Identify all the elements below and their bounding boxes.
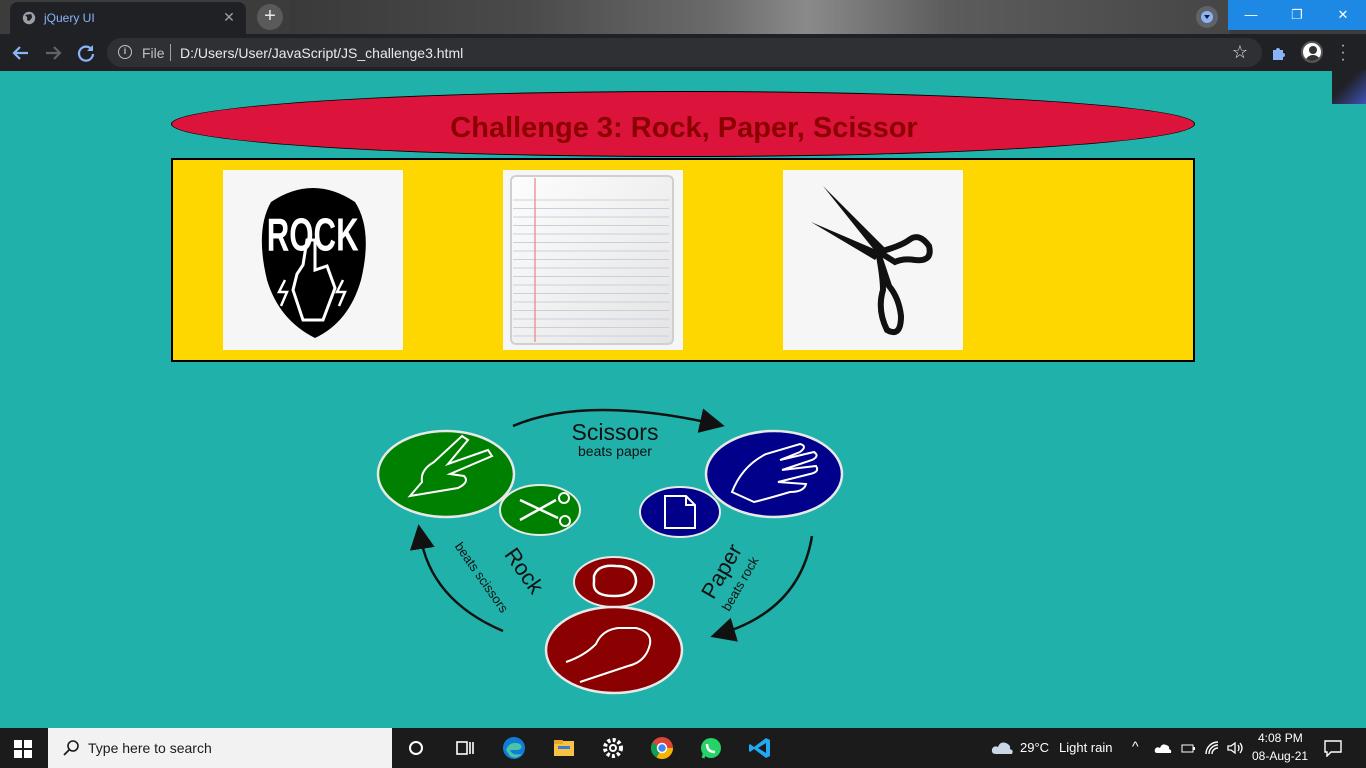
profile-avatar[interactable] [1301, 41, 1323, 63]
info-icon[interactable]: i [118, 45, 132, 59]
paper-symbol-circle [639, 486, 721, 538]
tab-title: jQuery UI [44, 11, 95, 25]
weather-description[interactable]: Light rain [1059, 740, 1112, 768]
vscode-icon[interactable] [744, 732, 776, 764]
taskbar-search-box[interactable]: Type here to search [48, 728, 392, 768]
divider [170, 44, 171, 61]
scissors-symbol-circle [499, 484, 581, 536]
choices-container: ROCK [171, 158, 1195, 362]
rock-hand-icon: ROCK [261, 188, 366, 338]
tab-search-button[interactable] [1196, 6, 1218, 28]
windows-start-icon[interactable] [14, 740, 32, 758]
browser-toolbar: i File D:/Users/User/JavaScript/JS_chall… [0, 34, 1366, 104]
scissors-icon [811, 186, 933, 336]
search-icon [63, 740, 79, 756]
file-explorer-icon[interactable] [548, 732, 580, 764]
settings-icon[interactable] [597, 732, 629, 764]
back-button[interactable] [9, 41, 33, 65]
lined-paper-icon [510, 175, 674, 345]
forward-button[interactable] [41, 41, 65, 65]
rock-choice-image[interactable]: ROCK [223, 170, 403, 350]
battery-icon[interactable] [1180, 740, 1196, 756]
title-banner: Challenge 3: Rock, Paper, Scissor [171, 91, 1195, 157]
arrow-left-icon [12, 46, 28, 60]
edge-icon[interactable] [498, 732, 530, 764]
maximize-button[interactable]: ❐ [1274, 0, 1320, 30]
paper-hand-circle [704, 429, 844, 519]
onedrive-icon[interactable] [1154, 742, 1172, 754]
scissors-choice-image[interactable] [783, 170, 963, 350]
chrome-icon[interactable] [646, 732, 678, 764]
rock-hand-circle [544, 605, 684, 695]
cortana-icon[interactable] [400, 732, 432, 764]
reload-icon [77, 45, 95, 62]
scissors-rule-subtitle: beats paper [578, 443, 652, 459]
tab-jquery-ui[interactable]: jQuery UI ✕ [10, 2, 246, 34]
theme-background [290, 0, 1230, 34]
search-placeholder: Type here to search [88, 740, 212, 756]
rock-rule-subtitle: beats scissors [452, 539, 512, 615]
chevron-down-icon [1201, 11, 1213, 23]
minimize-button[interactable]: — [1228, 0, 1274, 30]
close-window-button[interactable]: ✕ [1320, 0, 1366, 30]
url-scheme-label: File [142, 45, 165, 61]
scissors-hand-circle [376, 429, 516, 519]
weather-cloud-icon [991, 742, 1013, 754]
scissors-rule-title: Scissors [572, 419, 659, 445]
new-tab-button[interactable]: + [257, 4, 283, 30]
address-bar[interactable]: i File D:/Users/User/JavaScript/JS_chall… [107, 38, 1262, 67]
paper-choice-image[interactable] [503, 170, 683, 350]
rules-diagram: Scissors beats paper Rock beats scissors… [376, 408, 844, 695]
arrow-right-icon [46, 46, 62, 60]
weather-temperature[interactable]: 29°C [1020, 740, 1049, 768]
tab-close-icon[interactable]: ✕ [220, 8, 238, 26]
bookmark-star-icon[interactable]: ☆ [1232, 42, 1248, 63]
browser-tab-strip: jQuery UI ✕ + — ❐ ✕ [0, 0, 1366, 34]
page-title: Challenge 3: Rock, Paper, Scissor [450, 112, 918, 144]
rock-rule-title: Rock [500, 543, 550, 599]
chevron-up-icon[interactable]: ^ [1132, 738, 1139, 768]
reload-button[interactable] [74, 41, 98, 65]
whatsapp-icon[interactable] [695, 732, 727, 764]
theme-accent [1332, 70, 1366, 104]
notifications-icon[interactable] [1323, 739, 1343, 757]
extensions-puzzle-icon[interactable] [1270, 44, 1288, 62]
rock-image-text: ROCK [267, 210, 359, 261]
url-text[interactable]: D:/Users/User/JavaScript/JS_challenge3.h… [180, 45, 463, 61]
windows-taskbar: Type here to search 29°C Light rain ^ 4:… [0, 728, 1366, 768]
kebab-menu-icon[interactable]: · · · [1338, 38, 1348, 68]
globe-icon [22, 11, 36, 25]
rock-symbol-circle [573, 556, 655, 608]
clock-date[interactable]: 08-Aug-21 [1252, 749, 1308, 768]
task-view-icon[interactable] [448, 732, 480, 764]
wifi-icon[interactable] [1204, 740, 1220, 756]
volume-icon[interactable] [1226, 740, 1244, 756]
